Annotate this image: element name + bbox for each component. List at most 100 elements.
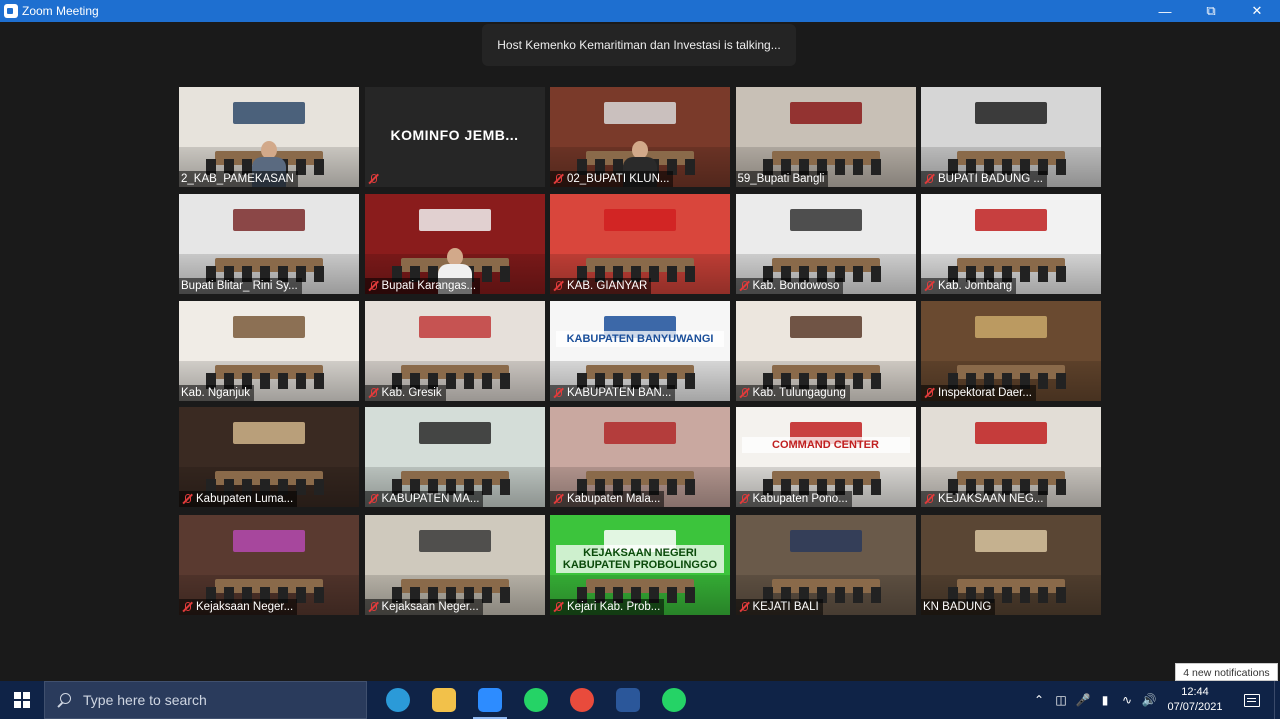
participant-name: 2_KAB_PAMEKASAN (181, 173, 294, 185)
search-placeholder: Type here to search (83, 692, 207, 708)
muted-microphone-icon (181, 601, 193, 613)
participant-name-label: BUPATI BADUNG ... (921, 171, 1048, 187)
participant-video-tile[interactable]: KAB. GIANYAR (550, 194, 730, 294)
participant-video-tile[interactable]: Kabupaten Mala... (550, 407, 730, 507)
participant-name-label: KEJAKSAAN NEG... (921, 491, 1048, 507)
participant-name: KEJAKSAAN NEG... (938, 493, 1044, 505)
participant-name-label: 59_Bupati Bangli (735, 171, 829, 187)
participant-video-tile[interactable]: KABUPATEN BANYUWANGI KABUPATEN BAN... (550, 301, 730, 401)
taskbar-search-box[interactable]: Type here to search (44, 681, 367, 719)
muted-microphone-icon (367, 173, 379, 185)
participant-name-label: 02_BUPATI KLUN... (550, 171, 674, 187)
participant-video-tile[interactable]: BUPATI BADUNG ... (921, 87, 1101, 187)
participant-video-tile[interactable]: Kab. Gresik (364, 301, 545, 401)
minimize-button[interactable]: — (1142, 0, 1188, 22)
taskbar-app-button[interactable] (375, 681, 421, 719)
notification-toast[interactable]: 4 new notifications (1175, 663, 1278, 681)
participant-video-tile[interactable]: Kab. Nganjuk (179, 301, 359, 401)
muted-microphone-icon (923, 493, 935, 505)
participant-name: Kab. Tulungagung (752, 387, 846, 399)
muted-microphone-icon (923, 173, 935, 185)
participant-video-tile[interactable]: Kejaksaan Neger... (364, 515, 545, 615)
participant-name-label: Kab. Gresik (364, 385, 446, 401)
participant-name: Kabupaten Mala... (567, 493, 661, 505)
zoom-icon (478, 688, 502, 712)
participant-name: Kejaksaan Neger... (381, 601, 479, 613)
maximize-button[interactable]: ⧉ (1188, 0, 1234, 22)
muted-microphone-icon (738, 601, 750, 613)
volume-icon[interactable]: 🔊 (1138, 681, 1160, 719)
participant-name: Kab. Nganjuk (181, 387, 251, 399)
participant-video-tile[interactable]: KEJAKSAAN NEG... (921, 407, 1101, 507)
participant-name: Inspektorat Daer... (938, 387, 1032, 399)
muted-microphone-icon (367, 601, 379, 613)
participant-video-tile[interactable]: Bupati Blitar_ Rini Sy... (179, 194, 359, 294)
word-icon (616, 688, 640, 712)
start-button[interactable] (0, 681, 44, 719)
participant-video-tile[interactable]: Kab. Jombang (921, 194, 1101, 294)
participant-video-tile[interactable]: Kejaksaan Neger... (179, 515, 359, 615)
room-sign-text: COMMAND CENTER (741, 437, 910, 453)
participant-name-label: KN BADUNG (921, 599, 996, 615)
gallery-view: 2_KAB_PAMEKASAN KOMINFO JEMB... 02_BUPATI … (179, 87, 1101, 615)
participant-name-label: Kabupaten Luma... (179, 491, 298, 507)
zoom-icon (4, 4, 18, 18)
battery-icon[interactable]: ▮ (1094, 681, 1116, 719)
participant-video-tile[interactable]: Bupati Karangas... (364, 194, 545, 294)
participant-video-tile[interactable]: KN BADUNG (921, 515, 1101, 615)
participant-name-label: Bupati Blitar_ Rini Sy... (179, 278, 302, 294)
wifi-icon[interactable]: ∿ (1116, 681, 1138, 719)
meet-now-icon[interactable]: ◫ (1050, 681, 1072, 719)
muted-microphone-icon (552, 173, 564, 185)
taskbar-app-button[interactable] (605, 681, 651, 719)
participant-video-tile[interactable]: Inspektorat Daer... (921, 301, 1101, 401)
participant-video-tile[interactable]: COMMAND CENTER Kabupaten Pono... (735, 407, 916, 507)
participant-name-label: Kejaksaan Neger... (364, 599, 483, 615)
windows-icon (14, 692, 30, 708)
clock-date: 07/07/2021 (1167, 701, 1223, 713)
window-title: Zoom Meeting (22, 4, 99, 18)
taskbar-clock[interactable]: 12:44 07/07/2021 (1160, 685, 1230, 715)
participant-name: Kabupaten Luma... (196, 493, 294, 505)
file-explorer-icon (432, 688, 456, 712)
participant-name: KABUPATEN MA... (381, 493, 480, 505)
participant-video-tile[interactable]: Kab. Tulungagung (735, 301, 916, 401)
participant-name: Kab. Jombang (938, 280, 1013, 292)
muted-microphone-icon (552, 280, 564, 292)
participant-name-label: Kejaksaan Neger... (179, 599, 298, 615)
taskbar-app-button[interactable] (421, 681, 467, 719)
participant-center-name: KOMINFO JEMB... (390, 127, 519, 143)
participant-name: Bupati Karangas... (381, 280, 477, 292)
chrome-icon (570, 688, 594, 712)
participant-video-tile[interactable]: 59_Bupati Bangli (735, 87, 916, 187)
edge-icon (386, 688, 410, 712)
muted-microphone-icon (552, 601, 564, 613)
participant-video-tile[interactable]: Kab. Bondowoso (735, 194, 916, 294)
active-speaker-banner: Host Kemenko Kemaritiman dan Investasi i… (482, 24, 796, 66)
participant-video-tile[interactable]: 2_KAB_PAMEKASAN (179, 87, 359, 187)
participant-name: Bupati Blitar_ Rini Sy... (181, 280, 298, 292)
microphone-icon[interactable]: 🎤 (1072, 681, 1094, 719)
participant-name-label: KAB. GIANYAR (550, 278, 652, 294)
participant-name: Kab. Bondowoso (752, 280, 840, 292)
participant-name-label: 2_KAB_PAMEKASAN (179, 171, 298, 187)
participant-name-label: Kab. Tulungagung (735, 385, 850, 401)
participant-name: Kabupaten Pono... (752, 493, 848, 505)
taskbar-app-button[interactable] (651, 681, 697, 719)
chevron-up-icon[interactable]: ⌃ (1028, 681, 1050, 719)
participant-video-tile[interactable]: KOMINFO JEMB... (364, 87, 545, 187)
participant-video-tile[interactable]: KEJATI BALI (735, 515, 916, 615)
participant-video-tile[interactable]: 02_BUPATI KLUN... (550, 87, 730, 187)
taskbar-app-button[interactable] (513, 681, 559, 719)
participant-video-tile[interactable]: Kabupaten Luma... (179, 407, 359, 507)
show-desktop-button[interactable] (1274, 681, 1280, 719)
taskbar-app-button[interactable] (467, 681, 513, 719)
participant-video-tile[interactable]: KEJAKSAAN NEGERI KABUPATEN PROBOLINGGO Ke… (550, 515, 730, 615)
participant-name-label: Kabupaten Pono... (735, 491, 852, 507)
participant-video-tile[interactable]: KABUPATEN MA... (364, 407, 545, 507)
participant-name-label: Kab. Nganjuk (179, 385, 255, 401)
action-center-button[interactable] (1230, 681, 1274, 719)
taskbar-app-button[interactable] (559, 681, 605, 719)
close-button[interactable]: ✕ (1234, 0, 1280, 22)
participant-name-label: Bupati Karangas... (364, 278, 481, 294)
